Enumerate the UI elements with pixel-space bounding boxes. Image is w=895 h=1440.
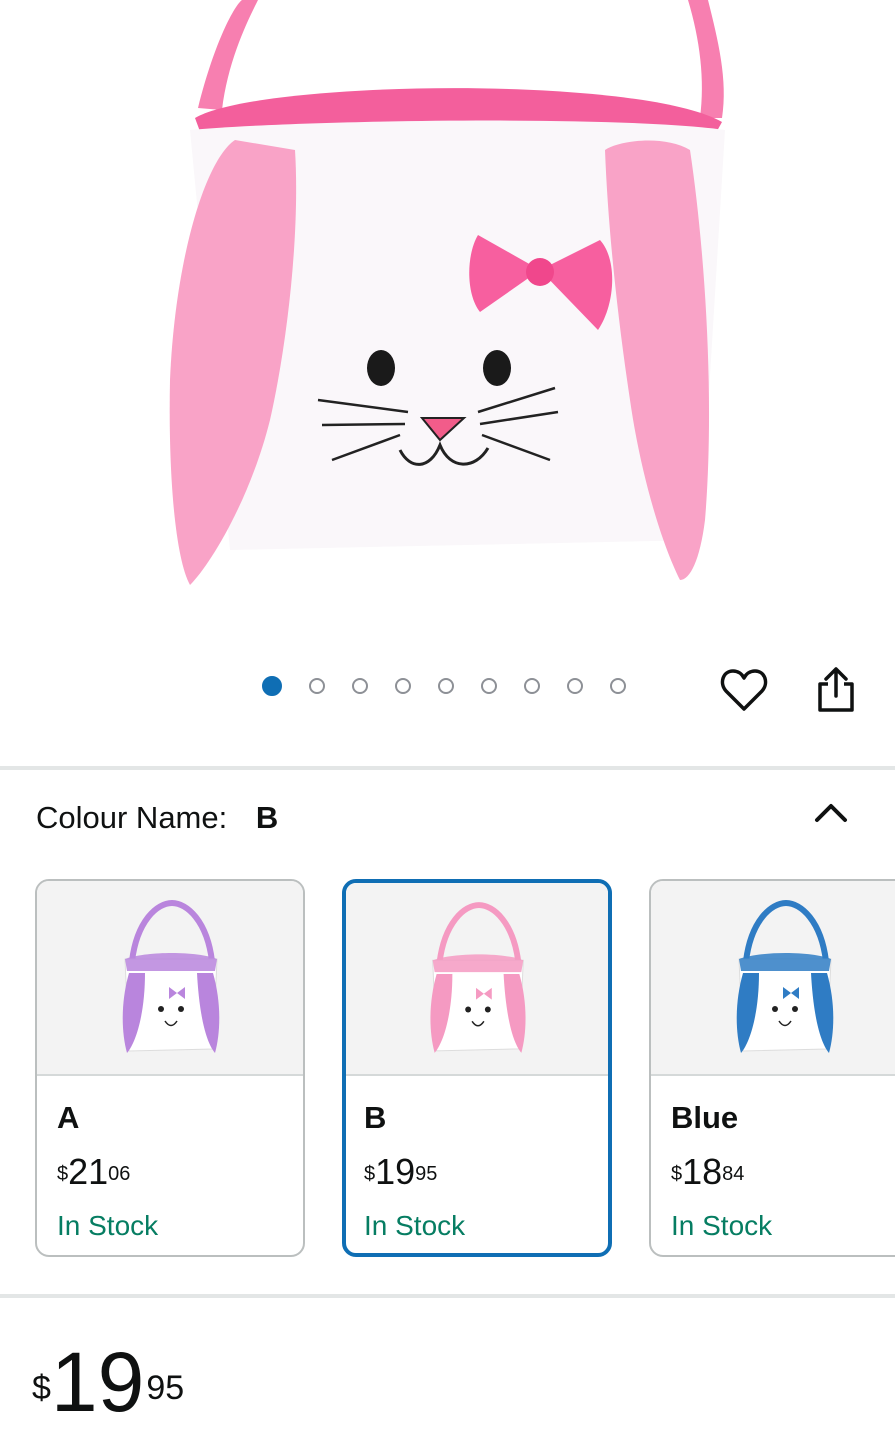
product-image[interactable]: [0, 0, 895, 640]
carousel-dot[interactable]: [524, 678, 540, 694]
variant-swatch-b[interactable]: B $1995 In Stock: [342, 879, 612, 1257]
carousel-dot[interactable]: [481, 678, 497, 694]
colour-name-label: Colour Name:: [36, 800, 228, 835]
product-price: $1995: [32, 1335, 185, 1429]
variant-swatch-blue[interactable]: Blue $1884 In Stock: [649, 879, 895, 1257]
variant-name: A: [57, 1100, 80, 1135]
carousel-dot[interactable]: [610, 678, 626, 694]
chevron-up-icon: [815, 804, 847, 822]
variant-thumbnail: [346, 883, 608, 1076]
share-button[interactable]: [808, 662, 864, 718]
variant-name: B: [364, 1100, 387, 1135]
variant-stock-status: In Stock: [671, 1210, 773, 1241]
variant-price: $2106: [57, 1151, 131, 1192]
section-divider: [0, 1294, 895, 1298]
variant-thumbnail: [37, 881, 303, 1076]
basket-thumbnail-image: [736, 899, 834, 1053]
basket-thumbnail-image: [430, 902, 526, 1053]
variant-price: $1884: [671, 1151, 745, 1192]
variant-swatch-a[interactable]: A $2106 In Stock: [35, 879, 305, 1257]
carousel-dot[interactable]: [567, 678, 583, 694]
carousel-dot[interactable]: [309, 678, 325, 694]
variant-thumbnail: [651, 881, 895, 1076]
carousel-dot[interactable]: [352, 678, 368, 694]
image-carousel-dots[interactable]: [262, 672, 653, 700]
variant-stock-status: In Stock: [364, 1210, 466, 1241]
wishlist-button[interactable]: [716, 662, 772, 718]
colour-name-value: B: [255, 800, 279, 835]
carousel-dot[interactable]: [395, 678, 411, 694]
variant-stock-status: In Stock: [57, 1210, 159, 1241]
colour-name-row: Colour Name: B: [36, 800, 278, 836]
heart-icon: [720, 669, 768, 711]
carousel-dot[interactable]: [438, 678, 454, 694]
section-divider: [0, 766, 895, 770]
variant-price: $1995: [364, 1151, 438, 1192]
basket-thumbnail-image: [122, 899, 220, 1053]
carousel-dot[interactable]: [262, 676, 282, 696]
share-icon: [818, 667, 854, 712]
collapse-colours-button[interactable]: [808, 794, 854, 834]
bunny-basket-image: [169, 0, 725, 585]
variant-name: Blue: [671, 1100, 739, 1135]
